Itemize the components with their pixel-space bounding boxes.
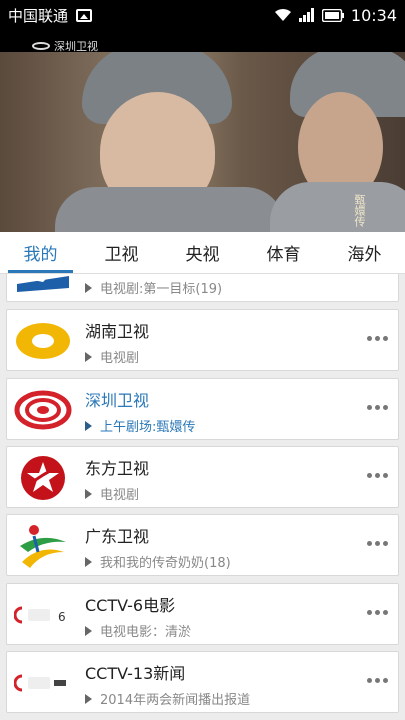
channel-item[interactable]: 6 CCTV-6电影 电视电影：清淤: [6, 583, 399, 645]
channel-item[interactable]: 深圳卫视 上午剧场:甄嬛传: [6, 378, 399, 440]
more-icon[interactable]: [367, 541, 388, 546]
dragon-tv-logo: [13, 454, 73, 502]
channel-name: CCTV-13新闻: [85, 664, 186, 683]
more-icon[interactable]: [367, 405, 388, 410]
channel-name: 广东卫视: [85, 527, 150, 546]
more-icon[interactable]: [367, 678, 388, 683]
hunan-tv-logo: [13, 317, 73, 365]
video-frame: 甄嬛传: [0, 52, 405, 232]
tab-overseas[interactable]: 海外: [324, 232, 405, 273]
battery-icon: [321, 8, 344, 22]
image-notification-icon: [76, 8, 93, 22]
program-info: 电视剧:第一目标(19): [85, 278, 222, 297]
category-tabs: 我的 卫视 央视 体育 海外: [0, 232, 405, 274]
guangdong-tv-logo: [13, 522, 73, 570]
more-icon[interactable]: [367, 473, 388, 478]
cctv6-logo: 6: [13, 591, 73, 639]
tab-cctv[interactable]: 央视: [162, 232, 243, 273]
channel-name: 湖南卫视: [85, 322, 150, 341]
program-info: 电视电影：清淤: [85, 621, 191, 640]
svg-text:6: 6: [58, 610, 66, 624]
channel-name: 东方卫视: [85, 459, 150, 478]
channel-item[interactable]: 东方卫视 电视剧: [6, 446, 399, 508]
channel-item[interactable]: 电视剧:第一目标(19): [6, 274, 399, 302]
tab-sports[interactable]: 体育: [243, 232, 324, 273]
channel-item[interactable]: CCTV-13新闻 2014年两会新闻播出报道: [6, 651, 399, 713]
play-icon: [85, 282, 92, 293]
play-icon: [85, 556, 92, 567]
more-icon[interactable]: [367, 336, 388, 341]
channel-watermark-text: 深圳卫视: [54, 40, 98, 53]
channel-item[interactable]: 湖南卫视 电视剧: [6, 309, 399, 371]
channel-list: 电视剧:第一目标(19) 湖南卫视 电视剧 深圳卫视 上午剧场:甄嬛传 东方卫视…: [0, 274, 405, 720]
video-player[interactable]: 甄嬛传 深圳卫视: [0, 30, 405, 232]
play-icon: [85, 351, 92, 362]
program-info: 电视剧: [85, 347, 139, 366]
channel-watermark: 深圳卫视: [32, 38, 98, 54]
wifi-icon: [274, 8, 292, 22]
more-icon[interactable]: [367, 610, 388, 615]
play-icon: [85, 420, 92, 431]
carrier-name: 中国联通: [8, 6, 69, 25]
partial-blue-logo: [13, 274, 73, 296]
channel-name: CCTV-6电影: [85, 596, 176, 615]
tab-mine[interactable]: 我的: [0, 232, 81, 273]
signal-icon: [298, 8, 315, 22]
channel-name: 深圳卫视: [85, 391, 150, 410]
play-icon: [85, 488, 92, 499]
tab-satellite[interactable]: 卫视: [81, 232, 162, 273]
program-info: 2014年两会新闻播出报道: [85, 689, 250, 708]
program-info: 我和我的传奇奶奶(18): [85, 552, 231, 571]
play-icon: [85, 625, 92, 636]
program-info: 电视剧: [85, 484, 139, 503]
shenzhen-tv-mark-icon: [32, 42, 50, 50]
app-screen: 中国联通 10:34 甄嬛传 深圳卫视 我的 卫视 央视 体育 海外 电视剧:第…: [0, 0, 405, 720]
program-info: 上午剧场:甄嬛传: [85, 416, 195, 435]
drama-watermark: 甄嬛传: [353, 194, 366, 227]
shenzhen-tv-logo: [13, 386, 73, 434]
cctv13-logo: [13, 659, 73, 707]
status-bar: 中国联通 10:34: [0, 0, 405, 30]
channel-item[interactable]: 广东卫视 我和我的传奇奶奶(18): [6, 514, 399, 576]
clock: 10:34: [350, 5, 397, 25]
play-icon: [85, 693, 92, 704]
